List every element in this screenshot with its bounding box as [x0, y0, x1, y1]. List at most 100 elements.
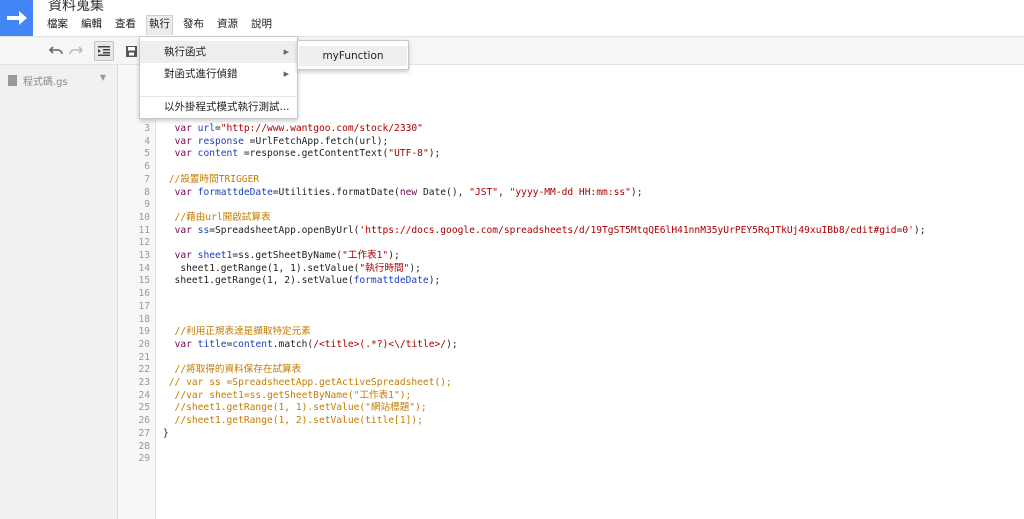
code-line[interactable]: 8 var formattdeDate=Utilities.formatDate…: [118, 187, 1018, 200]
line-number: 13: [138, 250, 150, 261]
code-text: }: [163, 428, 169, 441]
code-token: //sheet1.getRange(1, 2).setValue(title[1…: [163, 415, 423, 427]
submenu-arrow-icon: ▶: [283, 70, 289, 78]
menu-help[interactable]: 說明: [248, 15, 275, 35]
code-line[interactable]: 9: [118, 199, 1018, 212]
line-number: 27: [138, 427, 150, 439]
run-function-item[interactable]: 執行函式 ▶: [140, 41, 297, 63]
submenu-item-myfunction[interactable]: myFunction: [299, 46, 407, 66]
code-editor[interactable]: 3 var url="http://www.wantgoo.com/stock/…: [118, 65, 1024, 519]
code-token: response: [197, 135, 244, 147]
code-line[interactable]: 6: [118, 161, 1018, 174]
line-number: 19: [138, 326, 150, 338]
code-token: 'https://docs.google.com/spreadsheets/d/…: [359, 224, 914, 236]
code-text: //將取得的資料保存在試算表: [163, 364, 302, 377]
line-number: 28: [138, 440, 150, 452]
line-number: 5: [144, 148, 150, 160]
code-line[interactable]: 12: [118, 237, 1018, 250]
code-token: );: [913, 224, 926, 236]
code-line[interactable]: 16: [118, 288, 1018, 301]
code-token: var: [174, 123, 198, 134]
code-line[interactable]: 5 var content =response.getContentText("…: [118, 148, 1018, 161]
code-line[interactable]: 28: [118, 441, 1018, 454]
code-line[interactable]: 18: [118, 314, 1018, 327]
line-number: 12: [138, 237, 150, 249]
code-line[interactable]: 19 //利用正規表達是擷取特定元素: [118, 326, 1018, 339]
line-number: 4: [144, 135, 150, 147]
code-token: "http://www.wantgoo.com/stock/2330": [220, 123, 423, 134]
code-line[interactable]: 26 //sheet1.getRange(1, 2).setValue(titl…: [118, 415, 1018, 428]
menu-run[interactable]: 執行: [146, 15, 173, 35]
code-line[interactable]: 10 //藉由url開啟試算表: [118, 212, 1018, 225]
code-text: //var sheet1=ss.getSheetByName("工作表1");: [163, 390, 412, 403]
code-line[interactable]: 22 //將取得的資料保存在試算表: [118, 364, 1018, 377]
redo-icon: [69, 46, 83, 55]
code-token: sheet1.getRange(1, 1).setValue(: [163, 262, 360, 274]
code-line[interactable]: 29: [118, 453, 1018, 466]
menu-file[interactable]: 檔案: [44, 15, 71, 35]
file-item-code-gs[interactable]: 程式碼.gs ▼: [8, 71, 112, 89]
code-line[interactable]: 17: [118, 301, 1018, 314]
code-line[interactable]: 13 var sheet1=ss.getSheetByName("工作表1");: [118, 250, 1018, 263]
document-icon: [8, 74, 17, 86]
chevron-down-icon[interactable]: ▼: [100, 73, 106, 82]
indent-button[interactable]: [94, 41, 114, 61]
code-line[interactable]: 27}: [118, 428, 1018, 441]
save-button[interactable]: [124, 41, 138, 61]
code-token: );: [630, 186, 643, 198]
code-line[interactable]: 24 //var sheet1=ss.getSheetByName("工作表1"…: [118, 390, 1018, 403]
code-token: sheet1.getRange(1, 2).setValue(: [163, 275, 354, 287]
code-text: //sheet1.getRange(1, 2).setValue(title[1…: [163, 415, 423, 428]
code-token: //利用正規表達是擷取特定元素: [163, 326, 311, 338]
undo-button[interactable]: [48, 41, 64, 61]
line-number: 14: [138, 262, 150, 274]
code-text: //藉由url開啟試算表: [163, 212, 271, 225]
apps-script-logo[interactable]: [0, 0, 33, 36]
code-line[interactable]: 21: [118, 352, 1018, 365]
line-number: 20: [138, 338, 150, 350]
run-function-label: 執行函式: [164, 46, 206, 58]
code-token: =Utilities.formatDate(: [272, 186, 400, 198]
code-token: );: [388, 250, 400, 261]
code-token: //將取得的資料保存在試算表: [163, 364, 302, 376]
code-text: var title=content.match(/<title>(.*?)<\/…: [163, 339, 458, 352]
menu-publish[interactable]: 發布: [180, 15, 207, 35]
code-token: "yyyy-MM-dd HH:mm:ss": [509, 186, 631, 198]
code-text: // var ss =SpreadsheetApp.getActiveSprea…: [163, 377, 452, 390]
menubar: 檔案 編輯 查看 執行 發布 資源 說明: [44, 15, 282, 35]
save-icon: [125, 45, 137, 57]
code-line[interactable]: 25 //sheet1.getRange(1, 1).setValue("網站標…: [118, 402, 1018, 415]
code-token: formattdeDate: [197, 186, 273, 198]
code-line[interactable]: 14 sheet1.getRange(1, 1).setValue("執行時間"…: [118, 263, 1018, 276]
code-token: title: [197, 338, 227, 350]
code-token: //sheet1.getRange(1, 1).setValue("網站標題")…: [163, 402, 427, 414]
code-token: new: [399, 186, 423, 198]
arrow-right-icon: [6, 11, 27, 25]
line-number: 11: [138, 224, 150, 236]
code-line[interactable]: 15 sheet1.getRange(1, 2).setValue(format…: [118, 275, 1018, 288]
debug-function-item[interactable]: 對函式進行偵錯 ▶: [140, 63, 297, 85]
addon-test-item[interactable]: 以外掛程式模式執行測試...: [140, 96, 297, 118]
code-line[interactable]: 3 var url="http://www.wantgoo.com/stock/…: [118, 123, 1018, 136]
code-line[interactable]: 11 var ss=SpreadsheetApp.openByUrl('http…: [118, 225, 1018, 238]
code-line[interactable]: 4 var response =UrlFetchApp.fetch(url);: [118, 136, 1018, 149]
line-number: 9: [144, 199, 150, 211]
code-token: }: [163, 427, 169, 439]
code-token: ss: [197, 224, 210, 236]
menu-resources[interactable]: 資源: [214, 15, 241, 35]
document-title[interactable]: 資料蒐集: [48, 0, 104, 15]
header: 資料蒐集 檔案 編輯 查看 執行 發布 資源 說明: [0, 0, 1024, 37]
code-token: );: [446, 338, 458, 350]
code-text: var sheet1=ss.getSheetByName("工作表1");: [163, 250, 400, 263]
code-line[interactable]: 20 var title=content.match(/<title>(.*?)…: [118, 339, 1018, 352]
addon-test-label: 以外掛程式模式執行測試...: [164, 101, 290, 113]
menu-view[interactable]: 查看: [112, 15, 139, 35]
redo-button[interactable]: [68, 41, 84, 61]
code-line[interactable]: 23 // var ss =SpreadsheetApp.getActiveSp…: [118, 377, 1018, 390]
menu-edit[interactable]: 編輯: [78, 15, 105, 35]
code-line[interactable]: 7 //設置時間TRIGGER: [118, 174, 1018, 187]
